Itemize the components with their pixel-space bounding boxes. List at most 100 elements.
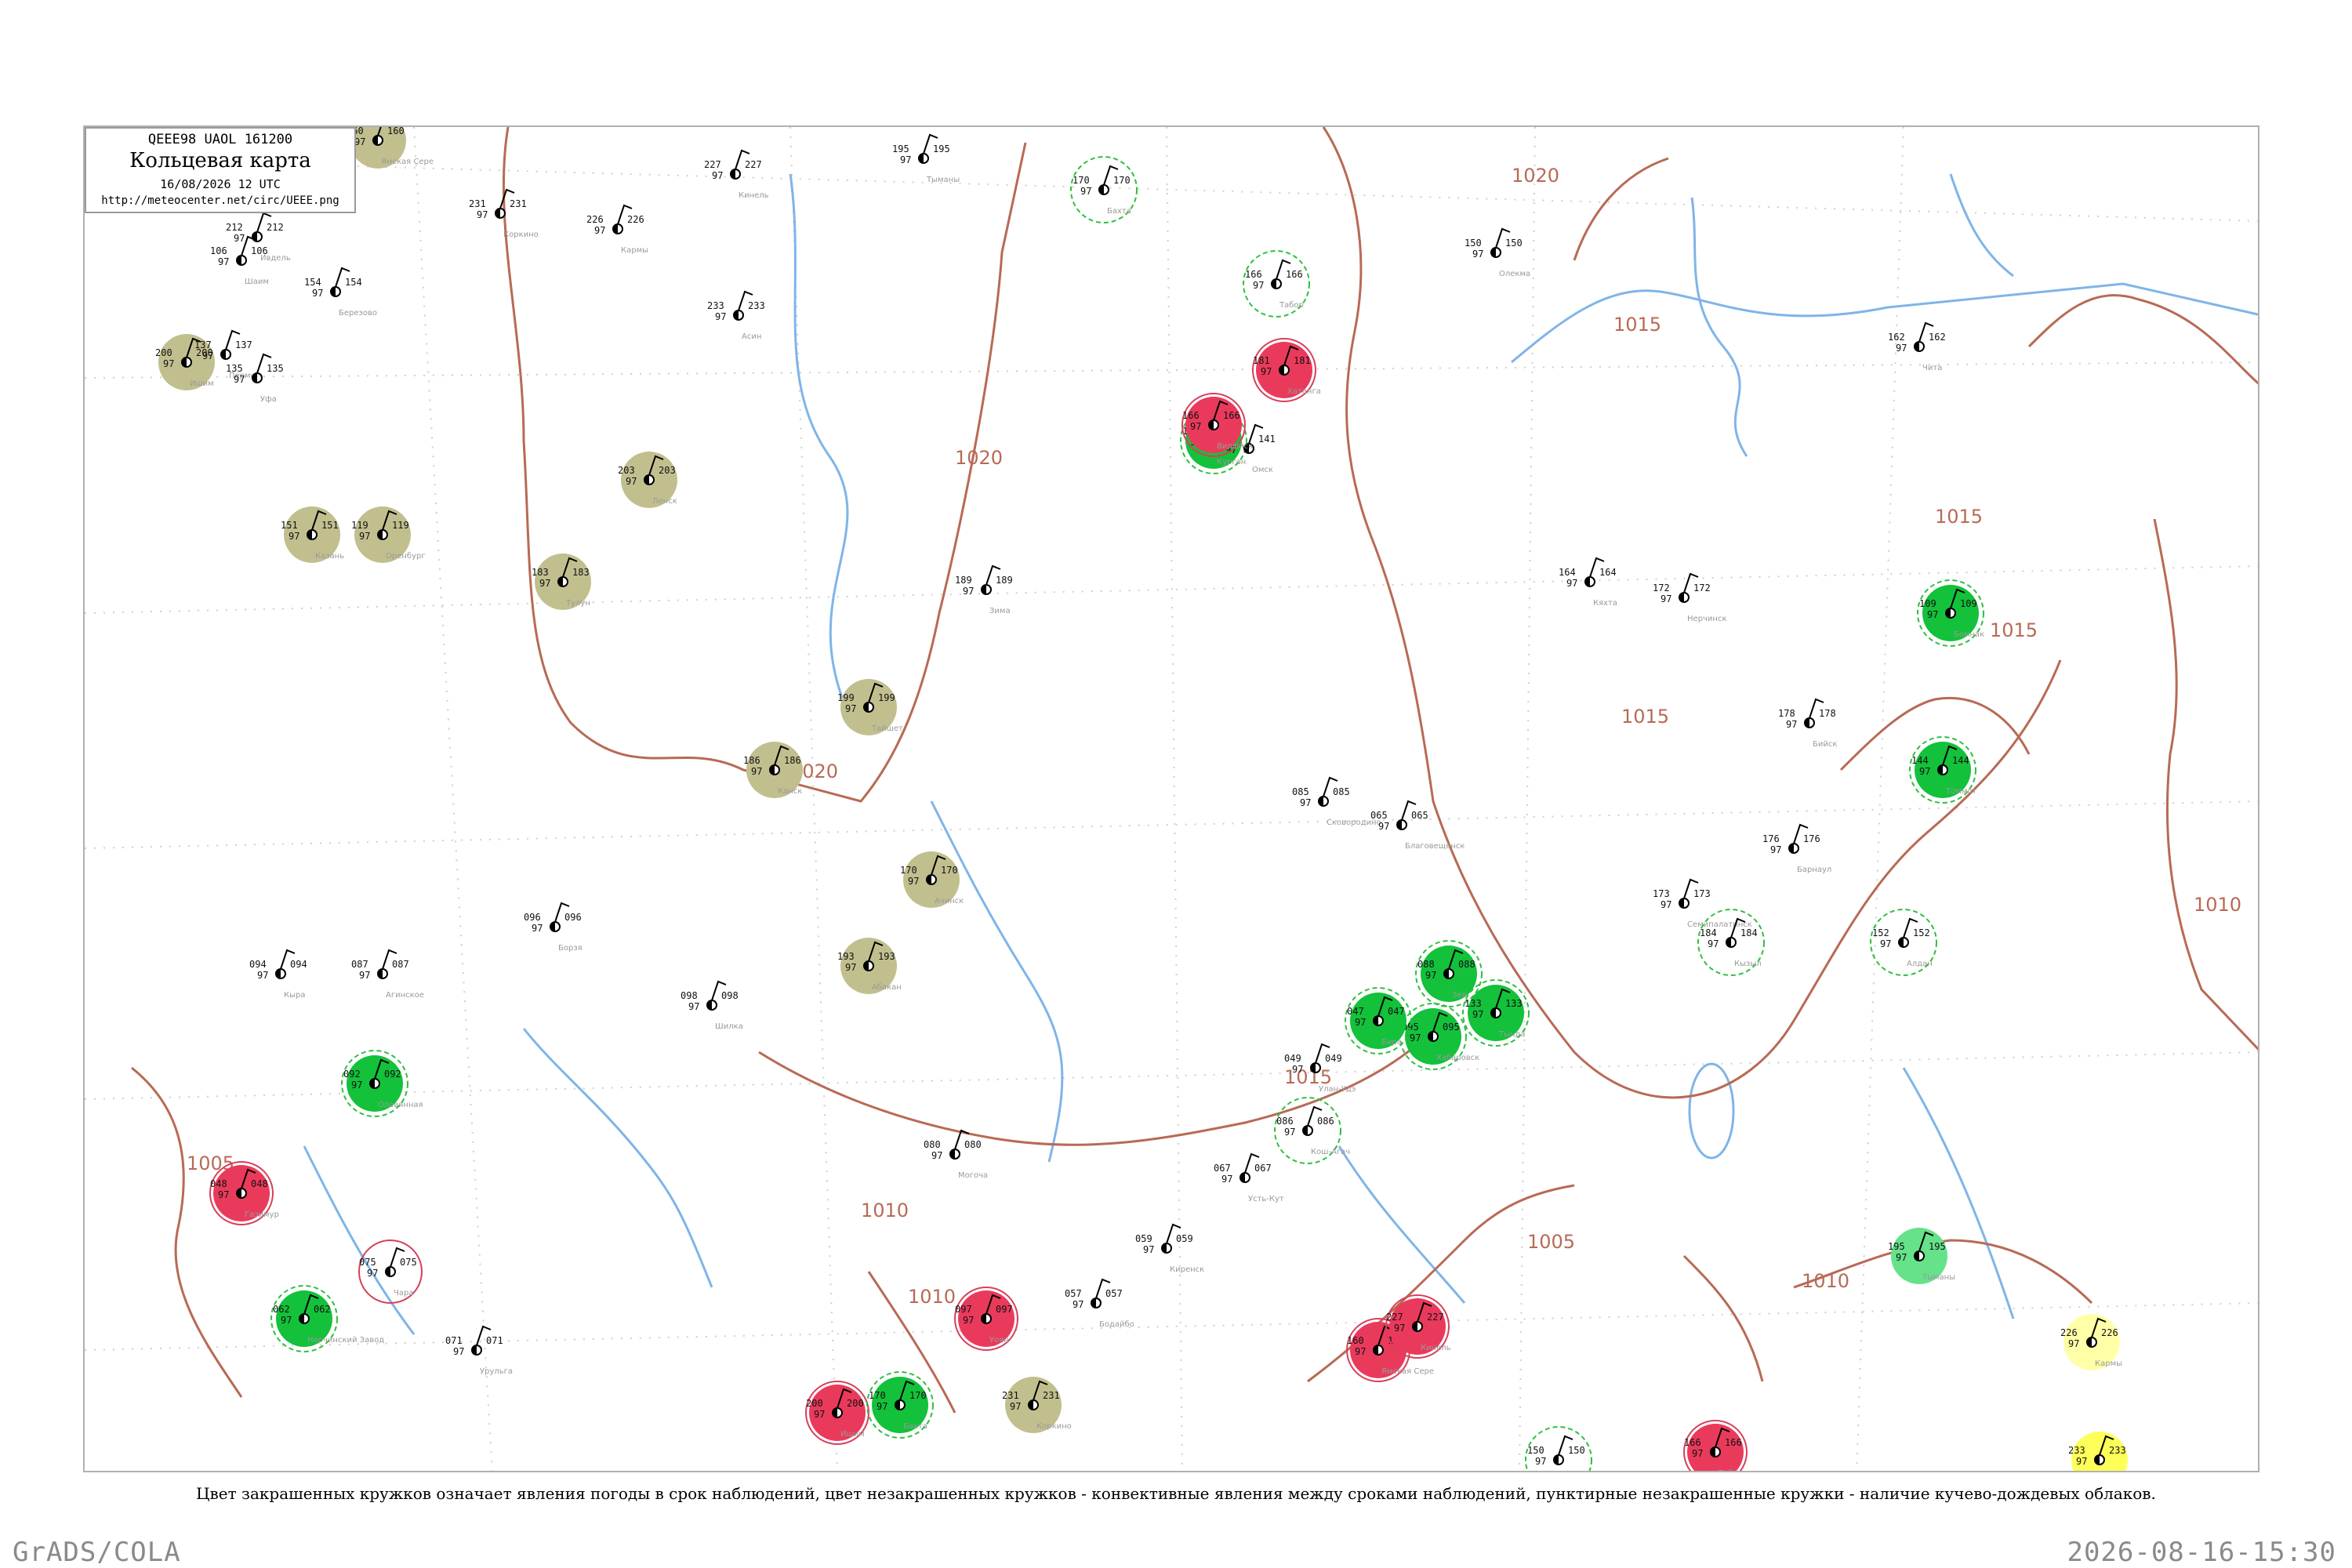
weather-station[interactable]: 08597085Сковородино	[1292, 776, 1381, 827]
weather-station[interactable]: 18397183Тулун	[532, 554, 591, 610]
dewpoint-value: 97	[1896, 343, 1907, 354]
weather-station[interactable]: 06297062Нерчинский Завод	[270, 1285, 384, 1352]
temperature-value: 233	[2068, 1445, 2085, 1456]
weather-station[interactable]: 17897178Бийск	[1778, 698, 1837, 749]
dewpoint-value: 97	[234, 233, 245, 244]
station-name: Могоча	[958, 1171, 988, 1180]
weather-station[interactable]: 09597095Хабаровск	[1399, 1003, 1479, 1070]
pressure-value: 067	[1254, 1163, 1272, 1174]
weather-station[interactable]: 08697086Кош-Агач	[1274, 1097, 1350, 1164]
pressure-value: 184	[1740, 927, 1758, 938]
weather-station[interactable]: 17097170Бахта	[866, 1371, 934, 1439]
weather-station[interactable]: 16097160Ямская Сере	[347, 127, 434, 169]
weather-station[interactable]: 16297162Чита	[1888, 321, 1946, 372]
station-name: Кызыл	[1734, 960, 1762, 968]
weather-station[interactable]: 19597195Тыманы	[1888, 1228, 1955, 1284]
weather-station[interactable]: 15097150Олекма	[1525, 1426, 1593, 1472]
weather-station[interactable]: 20397203Ленск	[618, 452, 677, 508]
weather-station[interactable]: 17697176Барнаул	[1762, 823, 1831, 874]
pressure-value: 086	[1317, 1116, 1334, 1127]
weather-station[interactable]: 15097150Олекма	[1465, 227, 1530, 278]
temperature-value: 195	[892, 143, 909, 154]
weather-station[interactable]: 06597065Благовещенск	[1370, 800, 1465, 851]
weather-station[interactable]: 23397233Асин	[2068, 1432, 2128, 1472]
weather-station[interactable]: 08897088Зея	[1415, 940, 1483, 1007]
station-name: Улан-Удэ	[1319, 1085, 1356, 1094]
weather-station[interactable]: 17097170Бахта	[1070, 156, 1138, 223]
weather-station[interactable]: 18197181Хатанга	[1252, 338, 1321, 402]
weather-station[interactable]: 18697186Канск	[743, 742, 803, 798]
pressure-value: 226	[627, 214, 644, 225]
weather-station[interactable]: 05797057Бодайбо	[1065, 1278, 1134, 1329]
weather-station[interactable]: 18997189Зима	[955, 564, 1013, 615]
station-name: Олекма	[1499, 270, 1530, 278]
pressure-value: 096	[564, 912, 582, 923]
weather-station[interactable]: 10997109Бомнак	[1917, 579, 1984, 647]
dewpoint-value: 97	[281, 1315, 292, 1326]
weather-station[interactable]: 07197071Урульга	[445, 1325, 513, 1376]
weather-station[interactable]: 09697096Борзя	[524, 902, 583, 953]
weather-station[interactable]: 09897098Шилка	[681, 980, 743, 1031]
temperature-value: 170	[900, 865, 917, 876]
dewpoint-value: 97	[218, 256, 229, 267]
station-name: Тыманы	[926, 176, 960, 184]
weather-station[interactable]: 23197231Коркино	[1002, 1377, 1072, 1433]
temperature-value: 075	[359, 1257, 376, 1268]
temperature-value: 152	[1872, 927, 1889, 938]
station-name: Бахта	[903, 1422, 927, 1431]
weather-station[interactable]: 19397193Абакан	[837, 938, 902, 994]
weather-station[interactable]: 17097170Ачинск	[900, 851, 964, 908]
weather-station[interactable]: 15497154Березово	[304, 267, 377, 318]
dewpoint-value: 97	[1394, 1323, 1405, 1334]
weather-station[interactable]: 14497144Томмот	[1909, 736, 1976, 804]
weather-station[interactable]: 18497184Кызыл	[1697, 909, 1765, 976]
weather-map[interactable]: 1020 1015 1020 1020 1015 1015 1015 1010 1005 1005…	[83, 125, 2259, 1472]
pressure-value: 097	[996, 1304, 1013, 1315]
weather-station[interactable]: 22797227Кинель	[704, 149, 769, 200]
pressure-value: 164	[1599, 567, 1617, 578]
weather-station[interactable]: 13397133Тында	[1462, 979, 1530, 1047]
weather-station[interactable]: 11997119Оренбург	[351, 506, 426, 563]
weather-station[interactable]: 22697226Кармы	[586, 204, 648, 255]
station-name: Оловянная	[378, 1101, 423, 1109]
dewpoint-value: 97	[900, 154, 911, 165]
weather-station[interactable]: 06797067Усть-Кут	[1214, 1152, 1284, 1203]
weather-station[interactable]: 08797087Агинское	[351, 949, 424, 1000]
weather-station[interactable]: 19597195Тыманы	[892, 133, 960, 184]
weather-station[interactable]: 16697166Табор	[1243, 250, 1310, 318]
weather-station[interactable]: 22797227Кинель	[1385, 1294, 1451, 1359]
station-name: Кинель	[739, 191, 769, 200]
title-box: QEEE98 UAOL 161200 Кольцевая карта 16/08…	[85, 127, 356, 213]
temperature-value: 183	[532, 567, 549, 578]
pressure-value: 181	[1294, 355, 1311, 366]
weather-station[interactable]: 09497094Кыра	[249, 949, 307, 1000]
pressure-value: 092	[384, 1069, 401, 1080]
weather-station[interactable]: 23397233Асин	[707, 290, 765, 341]
weather-station[interactable]: 17297172Нерчинск	[1653, 572, 1727, 623]
footer-software: GrADS/COLA	[13, 1537, 181, 1568]
weather-station[interactable]: 04797047Бира	[1345, 987, 1412, 1054]
weather-station[interactable]: 08097080Могоча	[924, 1129, 988, 1180]
weather-station[interactable]: 05997059Киренск	[1135, 1223, 1204, 1274]
dewpoint-value: 97	[1927, 609, 1938, 620]
dewpoint-value: 97	[1770, 844, 1781, 855]
weather-station[interactable]: 20097200Ишим	[805, 1381, 869, 1445]
dewpoint-value: 97	[1919, 766, 1930, 777]
weather-station[interactable]: 13597135Уфа	[226, 353, 284, 404]
weather-station[interactable]: 15197151Казань	[281, 506, 344, 563]
weather-station[interactable]: 16697166Табор	[1683, 1420, 1748, 1472]
station-name: Агинское	[386, 991, 424, 1000]
weather-station[interactable]: 23197231Коркино	[469, 188, 539, 239]
isobar-label: 1015	[1935, 506, 1983, 528]
dewpoint-value: 97	[688, 1001, 699, 1012]
weather-station[interactable]: 09797097Уоян	[954, 1287, 1018, 1351]
map-url[interactable]: http://meteocenter.net/circ/UEEE.png	[86, 194, 354, 207]
weather-station[interactable]: 16497164Кяхта	[1559, 557, 1617, 608]
weather-station[interactable]: 09297092Оловянная	[341, 1050, 423, 1117]
pressure-value: 087	[392, 959, 409, 970]
weather-station[interactable]: 22697226Кармы	[2060, 1314, 2122, 1370]
weather-station[interactable]: 19997199Тайшет	[837, 679, 903, 735]
weather-station[interactable]: 15297152Алдан	[1870, 909, 1937, 976]
station-name: Уфа	[260, 395, 277, 404]
weather-station[interactable]: 07597075Чара	[358, 1240, 423, 1304]
